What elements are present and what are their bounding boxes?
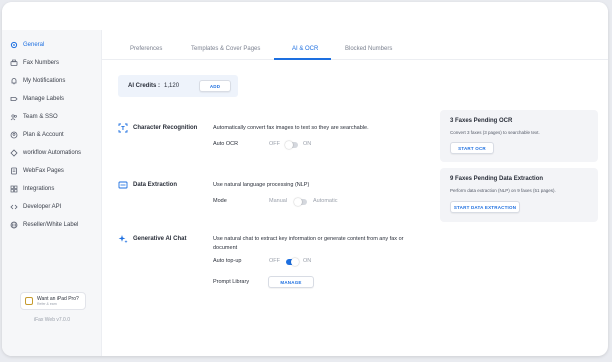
sidebar-item-label: Integrations bbox=[23, 186, 55, 192]
mode-toggle[interactable] bbox=[294, 198, 307, 206]
start-ocr-button[interactable]: START OCR bbox=[450, 142, 494, 154]
sidebar-item-label: Plan & Account bbox=[23, 132, 64, 138]
app-version: iFax Web v7.0.0 bbox=[33, 317, 71, 323]
sidebar-item-label: workflow Automations bbox=[23, 150, 82, 156]
sidebar-item-team-sso[interactable]: Team & SSO bbox=[10, 109, 58, 125]
tab-preferences[interactable]: Preferences bbox=[130, 46, 162, 52]
add-credits-button[interactable]: ADD bbox=[199, 80, 231, 92]
grid-icon bbox=[10, 185, 18, 193]
promo-title: Want an iPad Pro? bbox=[37, 295, 79, 302]
tab-blocked-numbers[interactable]: Blocked Numbers bbox=[345, 46, 392, 52]
auto-ocr-toggle[interactable] bbox=[285, 141, 298, 149]
pending-extraction-card: 9 Faxes Pending Data Extraction Perform … bbox=[440, 168, 598, 222]
sidebar-item-plan-account[interactable]: Plan & Account bbox=[10, 127, 64, 143]
sidebar-item-label: Reseller/White Label bbox=[23, 222, 79, 228]
genai-section-title: Generative AI Chat bbox=[118, 234, 186, 244]
prompt-library-label: Prompt Library bbox=[213, 279, 250, 285]
sidebar-item-label: Fax Numbers bbox=[23, 60, 60, 66]
ocr-section-title: T Character Recognition bbox=[118, 123, 197, 133]
globe-icon bbox=[10, 221, 18, 229]
tab-ai-ocr[interactable]: AI & OCR bbox=[292, 46, 318, 52]
sidebar-item-developer-api[interactable]: Developer API bbox=[10, 199, 61, 215]
pending-ocr-desc: Convert 3 faxes (3 pages) to searchable … bbox=[450, 130, 540, 135]
auto-ocr-off-label: OFF bbox=[269, 141, 280, 147]
toggle-knob bbox=[294, 198, 302, 206]
auto-topup-toggle[interactable] bbox=[286, 258, 299, 266]
extraction-title: Data Extraction bbox=[133, 182, 178, 188]
sidebar-item-fax-numbers[interactable]: Fax Numbers bbox=[10, 55, 59, 71]
svg-text:T: T bbox=[121, 126, 125, 132]
sidebar-item-integrations[interactable]: Integrations bbox=[10, 181, 54, 197]
sidebar-item-notifications[interactable]: My Notifications bbox=[10, 73, 65, 89]
bell-icon bbox=[10, 77, 18, 85]
sidebar-item-webfax-pages[interactable]: WebFax Pages bbox=[10, 163, 64, 179]
main-content: Preferences Templates & Cover Pages AI &… bbox=[102, 30, 608, 356]
genai-description: Use natural chat to extract key informat… bbox=[213, 236, 404, 251]
mode-manual-label: Manual bbox=[269, 198, 288, 204]
fax-icon bbox=[10, 59, 18, 67]
top-bar bbox=[2, 2, 608, 30]
ipad-icon bbox=[25, 297, 33, 305]
sidebar-item-label: Developer API bbox=[23, 204, 62, 210]
ai-credits-label: AI Credits : bbox=[128, 83, 161, 89]
sparkle-icon bbox=[118, 234, 128, 244]
app-window: General Fax Numbers My Notifications Man… bbox=[2, 2, 608, 356]
genai-title: Generative AI Chat bbox=[133, 236, 187, 242]
code-icon bbox=[10, 203, 18, 211]
ocr-description: Automatically convert fax images to text… bbox=[213, 125, 369, 131]
promo-subtitle: Refer & earn bbox=[37, 301, 57, 306]
extraction-section-title: Data Extraction bbox=[118, 180, 177, 190]
pending-ocr-card: 3 Faxes Pending OCR Convert 3 faxes (3 p… bbox=[440, 110, 598, 162]
pending-extraction-title: 9 Faxes Pending Data Extraction bbox=[450, 176, 544, 182]
mode-automatic-label: Automatic bbox=[313, 198, 338, 204]
active-tab-indicator bbox=[274, 58, 331, 60]
sidebar-item-manage-labels[interactable]: Manage Labels bbox=[10, 91, 64, 107]
auto-topup-off-label: OFF bbox=[269, 258, 280, 264]
settings-sidebar: General Fax Numbers My Notifications Man… bbox=[2, 30, 102, 356]
start-data-extraction-button[interactable]: START DATA EXTRACTION bbox=[450, 201, 520, 213]
settings-tabs: Preferences Templates & Cover Pages AI &… bbox=[102, 44, 608, 60]
gear-icon bbox=[10, 41, 18, 49]
ocr-title: Character Recognition bbox=[133, 125, 198, 131]
sidebar-item-label: General bbox=[23, 42, 45, 48]
account-icon bbox=[10, 131, 18, 139]
sidebar-item-reseller[interactable]: Reseller/White Label bbox=[10, 217, 78, 233]
auto-ocr-on-label: ON bbox=[303, 141, 312, 147]
toggle-knob bbox=[285, 141, 293, 149]
mode-label: Mode bbox=[213, 198, 227, 204]
auto-topup-label: Auto top-up bbox=[213, 258, 242, 264]
toggle-knob bbox=[291, 258, 299, 266]
ai-credits-value: 1,120 bbox=[164, 83, 180, 89]
auto-ocr-label: Auto OCR bbox=[213, 141, 239, 147]
pages-icon bbox=[10, 167, 18, 175]
extraction-description: Use natural language processing (NLP) bbox=[213, 182, 310, 188]
team-icon bbox=[10, 113, 18, 121]
document-scan-icon bbox=[118, 180, 128, 190]
pending-extraction-desc: Perform data extraction (NLP) on 9 faxes… bbox=[450, 188, 556, 193]
tab-templates[interactable]: Templates & Cover Pages bbox=[191, 46, 260, 52]
sidebar-item-label: My Notifications bbox=[23, 78, 66, 84]
sidebar-item-general[interactable]: General bbox=[10, 37, 44, 53]
tag-icon bbox=[10, 95, 18, 103]
manage-prompts-button[interactable]: MANAGE bbox=[268, 276, 314, 288]
auto-topup-on-label: ON bbox=[303, 258, 312, 264]
sidebar-item-label: Team & SSO bbox=[23, 114, 58, 120]
sidebar-item-label: WebFax Pages bbox=[23, 168, 64, 174]
scan-icon: T bbox=[118, 123, 128, 133]
ipad-promo-banner[interactable]: Want an iPad Pro? Refer & earn bbox=[20, 292, 86, 310]
pending-ocr-title: 3 Faxes Pending OCR bbox=[450, 118, 513, 124]
sidebar-item-workflow[interactable]: workflow Automations bbox=[10, 145, 81, 161]
workflow-icon bbox=[10, 149, 18, 157]
sidebar-item-label: Manage Labels bbox=[23, 96, 65, 102]
